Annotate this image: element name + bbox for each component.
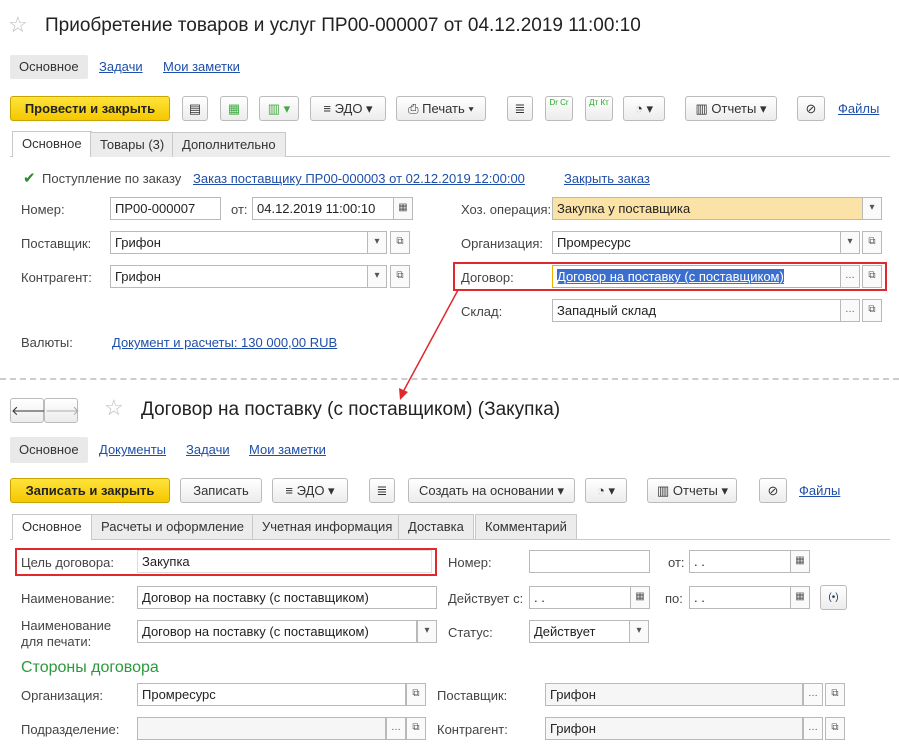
counterparty-field[interactable]: Грифон xyxy=(545,717,803,740)
tab-delivery[interactable]: Доставка xyxy=(398,514,474,539)
status-field[interactable]: Действует xyxy=(529,620,630,643)
valid-from-label: Действует с: xyxy=(448,591,524,606)
calendar-icon[interactable]: ▦ xyxy=(790,586,810,609)
supplier-field[interactable]: Грифон xyxy=(545,683,803,706)
open-icon[interactable]: ⧉ xyxy=(825,683,845,706)
create-based-button[interactable]: Создать на основании ▾ xyxy=(408,478,575,503)
form-border xyxy=(10,539,890,540)
nav-documents[interactable]: Документы xyxy=(90,438,175,462)
supplier-label: Поставщик: xyxy=(437,688,508,703)
nav-tasks[interactable]: Задачи xyxy=(177,438,239,462)
nav-main[interactable]: Основное xyxy=(10,437,88,463)
nav-notes[interactable]: Мои заметки xyxy=(240,438,335,462)
reports-button[interactable]: ▥ Отчеты ▾ xyxy=(647,478,737,503)
name-label: Наименование: xyxy=(21,591,115,606)
select-icon[interactable]: … xyxy=(803,683,823,706)
status-label: Статус: xyxy=(448,625,493,640)
select-icon[interactable]: … xyxy=(803,717,823,740)
select-icon[interactable]: … xyxy=(386,717,406,740)
counterparty-label: Контрагент: xyxy=(437,722,508,737)
calendar-icon[interactable]: ▦ xyxy=(790,550,810,573)
date-field[interactable]: . . xyxy=(689,550,791,573)
attach-icon[interactable]: ⊘ xyxy=(759,478,787,503)
to-label: по: xyxy=(665,591,683,606)
save-and-close-button[interactable]: Записать и закрыть xyxy=(10,478,170,503)
valid-from-field[interactable]: . . xyxy=(529,586,631,609)
structure-icon[interactable]: ◔ ▾ xyxy=(585,478,627,503)
open-icon[interactable]: ⧉ xyxy=(406,717,426,740)
back-button[interactable]: 🡐 xyxy=(10,398,46,423)
files-link[interactable]: Файлы xyxy=(799,483,840,498)
period-button[interactable]: (•) xyxy=(820,585,847,610)
open-icon[interactable]: ⧉ xyxy=(406,683,426,706)
number-label: Номер: xyxy=(448,555,492,570)
open-icon[interactable]: ⧉ xyxy=(825,717,845,740)
tab-payments[interactable]: Расчеты и оформление xyxy=(91,514,254,539)
forward-button[interactable]: 🡒 xyxy=(44,398,80,423)
division-field[interactable] xyxy=(137,717,386,740)
purpose-label: Цель договора: xyxy=(21,555,114,570)
edo-button[interactable]: ≡ ЭДО ▾ xyxy=(272,478,348,503)
dropdown-icon[interactable]: ▾ xyxy=(629,620,649,643)
tab-main[interactable]: Основное xyxy=(12,514,92,540)
purpose-field[interactable]: Закупка xyxy=(137,550,432,573)
tab-comment[interactable]: Комментарий xyxy=(475,514,577,539)
favorite-star-icon[interactable]: ☆ xyxy=(104,395,124,421)
division-label: Подразделение: xyxy=(21,722,120,737)
tab-accounting[interactable]: Учетная информация xyxy=(252,514,403,539)
print-name-label: Наименование для печати: xyxy=(21,618,112,649)
list-icon[interactable]: ≣ xyxy=(369,478,395,503)
page-title-2: Договор на поставку (с поставщиком) (Зак… xyxy=(141,399,561,420)
print-name-field[interactable]: Договор на поставку (с поставщиком) xyxy=(137,620,417,643)
from-label: от: xyxy=(668,555,685,570)
org-field[interactable]: Промресурс xyxy=(137,683,406,706)
parties-header: Стороны договора xyxy=(21,659,159,676)
org-label: Организация: xyxy=(21,688,104,703)
calendar-icon[interactable]: ▦ xyxy=(630,586,650,609)
dropdown-icon[interactable]: ▾ xyxy=(417,620,437,643)
number-field[interactable] xyxy=(529,550,650,573)
valid-to-field[interactable]: . . xyxy=(689,586,791,609)
name-field[interactable]: Договор на поставку (с поставщиком) xyxy=(137,586,437,609)
save-button[interactable]: Записать xyxy=(180,478,262,503)
